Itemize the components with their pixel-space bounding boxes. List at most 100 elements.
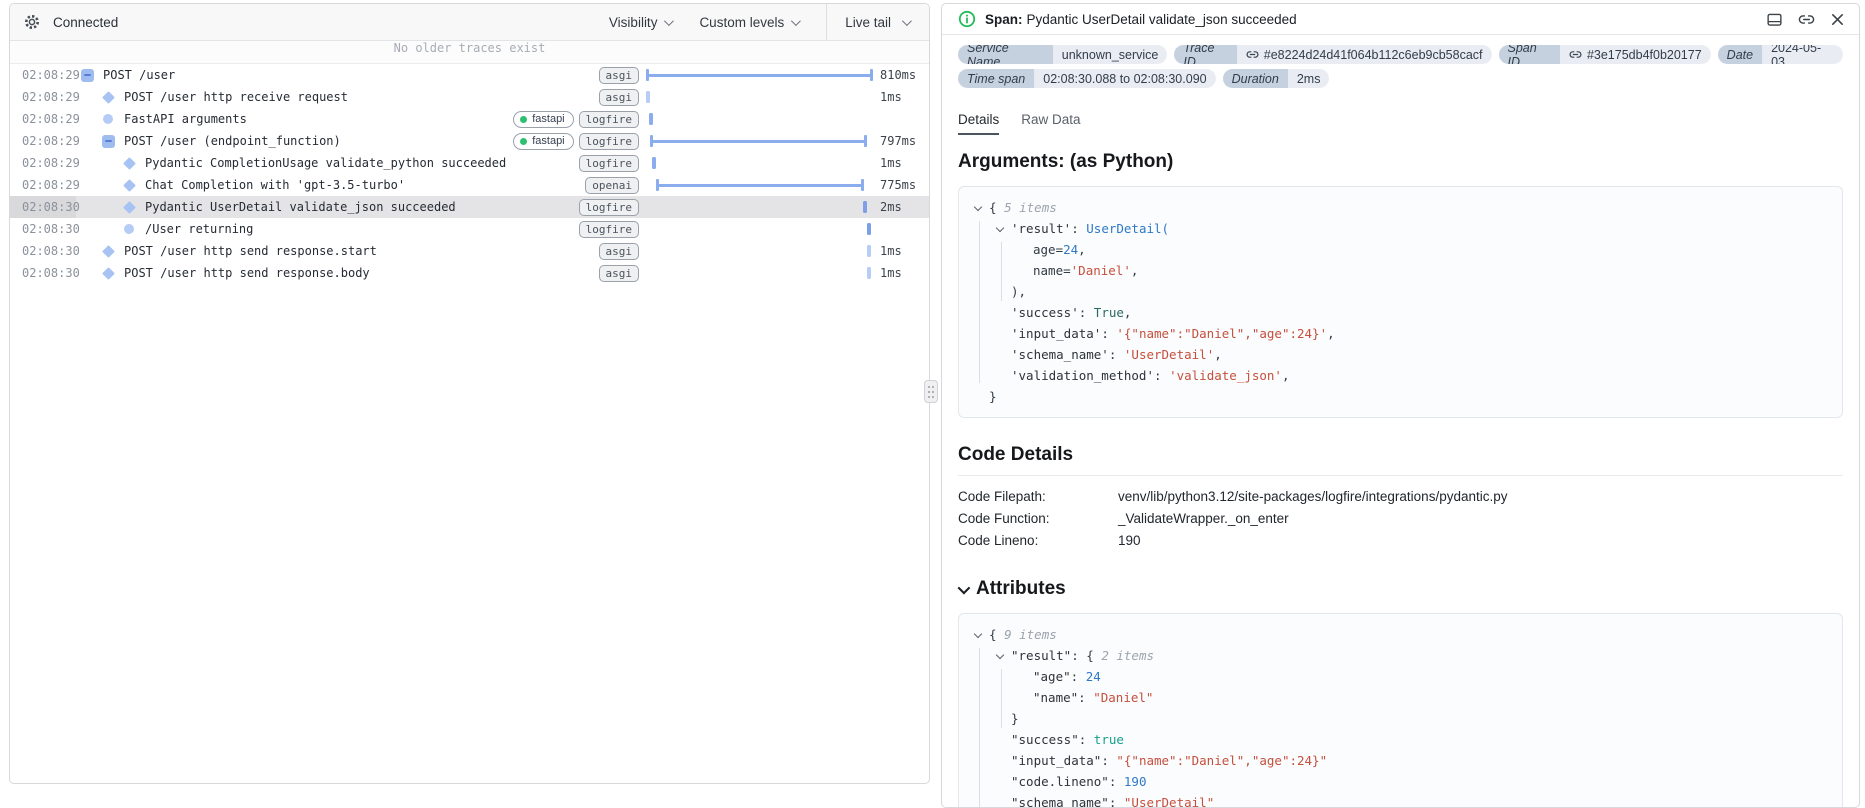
tag-list: fastapi logfire [513, 132, 646, 150]
code-line: "schema_name": "UserDetail" [971, 792, 1830, 808]
trace-row[interactable]: 02:08:29 POST /user http receive request a… [10, 86, 929, 108]
code-detail-label: Code Filepath: [958, 489, 1046, 504]
meta-service-name: Service Name unknown_service [958, 45, 1168, 64]
code-line: name='Daniel', [971, 260, 1830, 281]
collapse-chevron-icon[interactable] [995, 650, 1005, 660]
trace-row[interactable]: 02:08:29 FastAPI arguments fastapi logfire [10, 108, 929, 130]
trace-row[interactable]: 02:08:30 POST /user http send response.bo… [10, 262, 929, 284]
span-diamond-icon [101, 266, 115, 280]
code-detail-row: Code Lineno: 190 [958, 530, 1843, 552]
copy-link-icon[interactable] [1798, 11, 1815, 28]
collapse-minus-icon[interactable] [101, 134, 115, 148]
code-line: } [971, 708, 1830, 729]
span-name: POST /user [103, 68, 176, 82]
tree-indent [122, 200, 136, 214]
code-token: 24 [1063, 242, 1079, 257]
code-token: , [1123, 305, 1132, 320]
duration-bar-track [646, 108, 873, 130]
code-token: } [989, 389, 997, 404]
code-line: { 9 items [971, 624, 1830, 645]
span-diamond-icon [122, 200, 136, 214]
code-detail-row: Code Filepath: venv/lib/python3.12/site-p… [958, 486, 1843, 508]
meta-value-text: 2024-05-03 [1771, 45, 1822, 64]
code-token: : { [1071, 648, 1102, 663]
code-token: "code.lineno" [1011, 774, 1109, 789]
code-token: : [1078, 305, 1094, 320]
duration-tick [646, 91, 650, 103]
tree-indent [80, 68, 94, 82]
code-line: } [971, 386, 1830, 407]
live-tail-dropdown[interactable]: Live tail [826, 4, 929, 40]
trace-row-time: 02:08:29 [22, 156, 80, 170]
meta-value[interactable]: #3e175db4f0b20177 [1559, 45, 1711, 64]
collapse-chevron-icon[interactable] [973, 202, 983, 212]
code-token: : [1078, 732, 1094, 747]
code-line: ), [971, 281, 1830, 302]
info-icon [958, 10, 976, 28]
code-line: "name": "Daniel" [971, 687, 1830, 708]
code-token: '{"name":"Daniel","age":24}' [1116, 326, 1328, 341]
meta-row: Time span 02:08:30.088 to 02:08:30.090 Dur… [958, 69, 1843, 88]
trace-row-time: 02:08:30 [10, 196, 80, 218]
code-detail-value: 190 [1118, 533, 1141, 548]
code-line: "success": true [971, 729, 1830, 750]
panel-resize-grip[interactable] [924, 380, 938, 403]
detail-tabs: Details Raw Data [958, 112, 1843, 135]
span-title: Span: Pydantic UserDetail validate_json s… [985, 12, 1297, 27]
settings-gear-icon[interactable] [24, 14, 40, 30]
trace-row[interactable]: 02:08:29 POST /user (endpoint_function) fa… [10, 130, 929, 152]
duration-bar-track [646, 262, 873, 284]
trace-row[interactable]: 02:08:29 Pydantic CompletionUsage validat… [10, 152, 929, 174]
tree-indent [101, 244, 115, 258]
code-line: "code.lineno": 190 [971, 771, 1830, 792]
span-diamond-icon [122, 178, 136, 192]
code-token: } [1011, 711, 1019, 726]
tag-badge-logfire: logfire [578, 198, 639, 216]
tab-raw-data[interactable]: Raw Data [1021, 112, 1080, 135]
attributes-heading[interactable]: Attributes [957, 578, 1843, 600]
code-token: "result" [1011, 648, 1072, 663]
trace-row[interactable]: 02:08:30 POST /user http send response.st… [10, 240, 929, 262]
meta-trace-id: Trace ID #e8224d24d41f064b112c6eb9cb58cac… [1174, 45, 1492, 64]
code-token: : [1101, 326, 1117, 341]
code-token: 'validate_json' [1169, 368, 1282, 383]
duration-bar [646, 69, 873, 81]
tree-indent [122, 224, 136, 234]
code-token: : [1108, 774, 1124, 789]
tree-indent [122, 178, 136, 192]
duration-label: 1ms [880, 156, 902, 170]
tag-list: openai [585, 176, 646, 194]
visibility-dropdown[interactable]: Visibility [609, 15, 675, 30]
code-line: "input_data": "{"name":"Daniel","age":24… [971, 750, 1830, 771]
tab-details[interactable]: Details [958, 112, 1000, 135]
meta-label: Duration [1222, 69, 1288, 88]
code-line: 'result': UserDetail( [971, 218, 1830, 239]
trace-row-time: 02:08:29 [22, 112, 80, 126]
duration-bar-track [646, 174, 873, 196]
custom-levels-dropdown[interactable]: Custom levels [699, 15, 802, 30]
dock-panel-icon[interactable] [1766, 11, 1783, 28]
trace-row[interactable]: 02:08:29 POST /user asgi 810ms [10, 64, 929, 86]
tag-label: fastapi [532, 112, 565, 125]
close-icon[interactable] [1830, 12, 1845, 27]
code-token: , [1281, 368, 1290, 383]
collapse-chevron-icon[interactable] [973, 629, 983, 639]
trace-row[interactable]: 02:08:29 Chat Completion with 'gpt-3.5-tu… [10, 174, 929, 196]
code-line: age=24, [971, 239, 1830, 260]
duration-bar [655, 179, 864, 191]
meta-value[interactable]: #e8224d24d41f064b112c6eb9cb58cacf [1236, 45, 1492, 64]
collapse-chevron-icon[interactable] [995, 223, 1005, 233]
trace-row[interactable]: 02:08:30 Pydantic UserDetail validate_jso… [10, 196, 929, 218]
code-token: "UserDetail" [1123, 795, 1215, 808]
collapse-minus-icon[interactable] [80, 68, 94, 82]
code-token: : [1071, 221, 1087, 236]
connection-status: Connected [53, 14, 119, 30]
duration-bar-track [646, 240, 873, 262]
span-name: Pydantic CompletionUsage validate_python… [145, 156, 507, 170]
code-line: 'schema_name': 'UserDetail', [971, 344, 1830, 365]
span-meta: Service Name unknown_service Trace ID #e822… [958, 45, 1843, 88]
span-name: POST /user http receive request [124, 90, 348, 104]
meta-label: Span ID [1498, 45, 1560, 64]
meta-value-text: 02:08:30.088 to 02:08:30.090 [1043, 71, 1207, 86]
trace-row[interactable]: 02:08:30/User returning logfire [10, 218, 929, 240]
